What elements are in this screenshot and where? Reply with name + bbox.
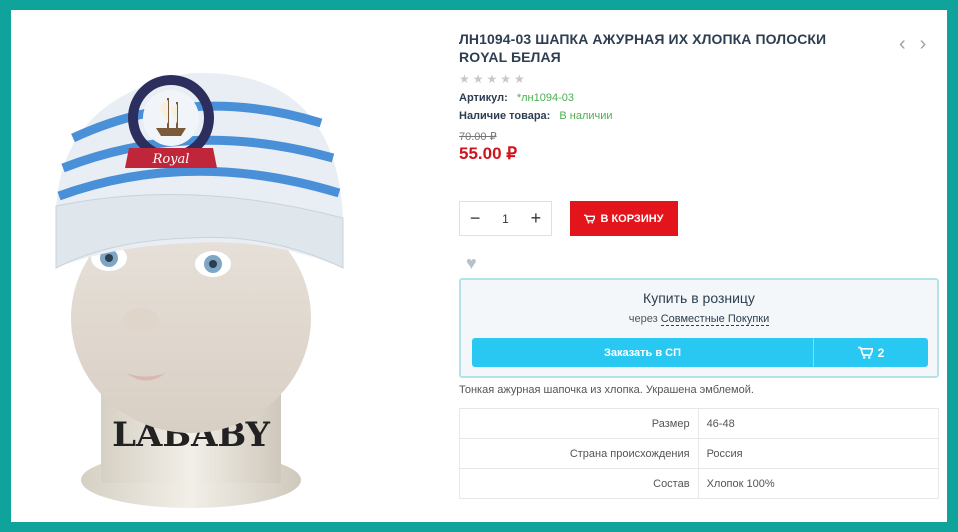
quantity-stepper: − 1 + [459, 201, 552, 236]
current-price: 55.00 ₽ [459, 144, 518, 163]
availability-value: В наличии [559, 110, 613, 122]
retail-via-text: через [628, 313, 658, 325]
cart-row: − 1 + В КОРЗИНУ [459, 201, 678, 236]
cart-icon [584, 214, 596, 224]
old-price: 70.00 ₽ [459, 131, 497, 143]
add-to-cart-label: В КОРЗИНУ [600, 212, 664, 225]
availability-row: Наличие товара: В наличии [459, 110, 943, 122]
rating-stars[interactable]: ★★★★★ [459, 72, 943, 86]
sp-order-row: Заказать в СП 2 [472, 338, 928, 367]
table-row: Размер 46-48 [459, 408, 940, 439]
table-row: Страна происхождения Россия [459, 438, 940, 469]
table-row: Состав Хлопок 100% [459, 468, 940, 499]
spec-key: Состав [459, 468, 699, 499]
product-image[interactable]: LABABY Royal [21, 28, 361, 518]
article-row: Артикул: *лн1094-03 [459, 92, 943, 104]
increase-quantity-button[interactable]: + [521, 202, 551, 235]
next-product-icon[interactable]: › [920, 34, 927, 54]
retail-title: Купить в розницу [643, 290, 755, 306]
add-to-cart-button[interactable]: В КОРЗИНУ [570, 201, 678, 236]
order-sp-button[interactable]: Заказать в СП [472, 338, 813, 367]
svg-text:Royal: Royal [152, 152, 190, 167]
wishlist-heart-icon[interactable]: ♥ [466, 253, 477, 274]
decrease-quantity-button[interactable]: − [460, 202, 490, 235]
specs-table: Размер 46-48 Страна происхождения Россия… [459, 408, 940, 499]
prev-product-icon[interactable]: ‹ [899, 34, 906, 54]
retail-purchase-box: Купить в розницу через Совместные Покупк… [459, 278, 939, 378]
article-label: Артикул: [459, 92, 508, 104]
article-value: *лн1094-03 [516, 92, 575, 104]
spec-key: Страна происхождения [459, 438, 699, 469]
spec-key: Размер [459, 408, 699, 439]
page-frame: LABABY Royal ‹ › ЛН1094-03 ШАПКА АЖУРНАЯ… [11, 10, 947, 522]
product-title: ЛН1094-03 ШАПКА АЖУРНАЯ ИХ ХЛОПКА ПОЛОСК… [459, 31, 827, 65]
product-description: Тонкая ажурная шапочка из хлопка. Украше… [459, 384, 754, 396]
availability-label: Наличие товара: [459, 110, 551, 122]
sp-cart-button[interactable]: 2 [813, 338, 928, 367]
sp-cart-count: 2 [877, 345, 885, 360]
product-navigation: ‹ › [899, 34, 926, 54]
spec-value: Хлопок 100% [697, 468, 940, 499]
quantity-input[interactable]: 1 [490, 202, 520, 235]
joint-purchases-link[interactable]: Совместные Покупки [660, 313, 770, 326]
spec-value: 46-48 [697, 408, 940, 439]
sp-cart-icon [857, 346, 873, 359]
spec-value: Россия [697, 438, 940, 469]
product-info: ‹ › ЛН1094-03 ШАПКА АЖУРНАЯ ИХ ХЛОПКА ПО… [459, 30, 943, 499]
retail-subtitle: через Совместные Покупки [461, 313, 937, 326]
